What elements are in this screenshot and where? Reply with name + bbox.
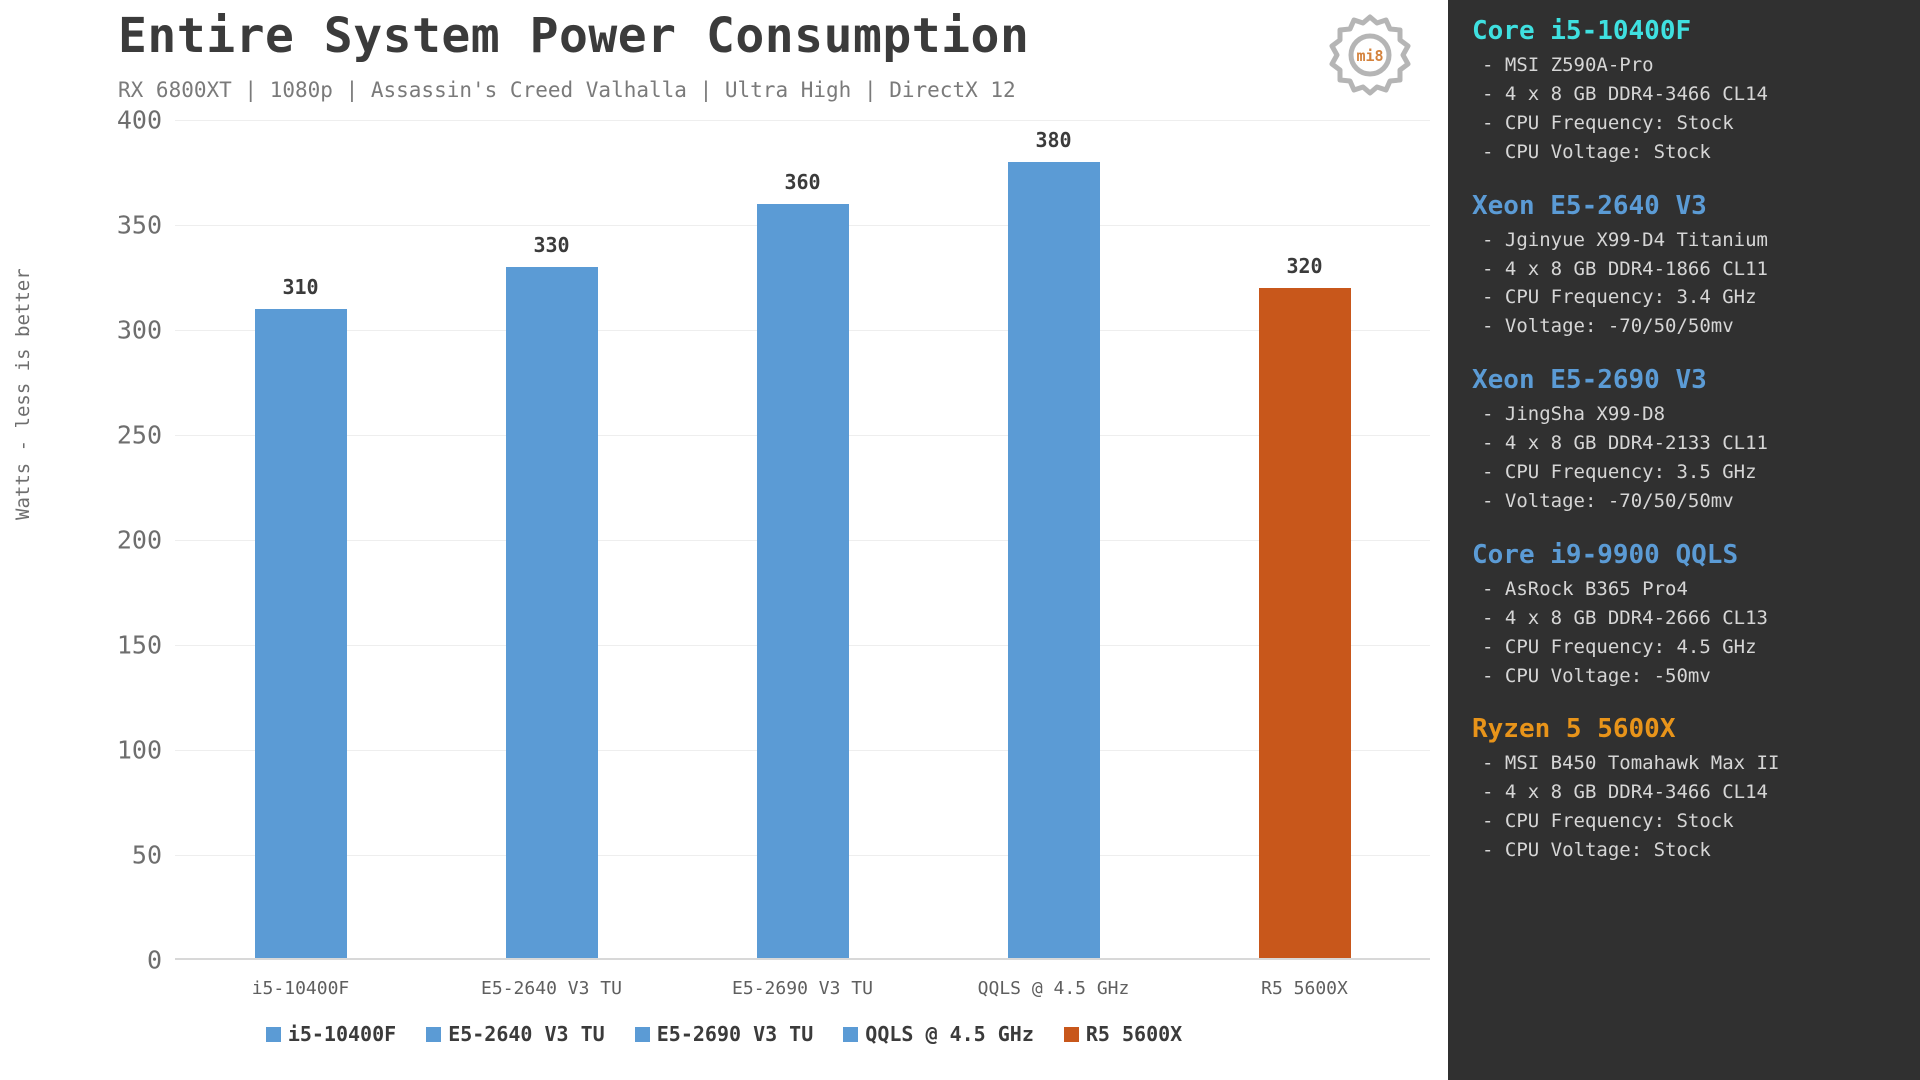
bar-value-label: 360 — [784, 170, 821, 194]
legend-item[interactable]: QQLS @ 4.5 GHz — [843, 1022, 1034, 1046]
x-axis-tick: E5-2690 V3 TU — [732, 978, 873, 999]
spec-line: - CPU Frequency: 3.5 GHz — [1482, 461, 1757, 484]
x-axis-tick: R5 5600X — [1261, 978, 1348, 999]
spec-line: - CPU Voltage: Stock — [1482, 839, 1711, 862]
bar-group: 330 E5-2640 V3 TU — [426, 120, 677, 999]
spec-block-title: Core i5-10400F — [1472, 16, 1692, 46]
legend-swatch — [1063, 1026, 1079, 1042]
spec-line: - MSI Z590A-Pro — [1482, 54, 1654, 77]
bar-value-label: 310 — [282, 275, 319, 299]
legend-item[interactable]: E5-2640 V3 TU — [426, 1022, 605, 1046]
spec-block: Xeon E5-2640 V3 - Jginyue X99-D4 Titanium… — [1472, 189, 1920, 342]
spec-block-title: Core i9-9900 QQLS — [1472, 539, 1739, 570]
legend-item[interactable]: E5-2690 V3 TU — [634, 1022, 814, 1046]
spec-block: Core i5-10400F - MSI Z590A-Pro - 4 x 8 GB … — [1472, 14, 1920, 167]
legend-swatch — [265, 1026, 281, 1042]
legend-label: E5-2640 V3 TU — [448, 1022, 605, 1046]
legend-swatch — [634, 1026, 650, 1042]
spec-line: - 4 x 8 GB DDR4-3466 CL14 — [1482, 781, 1768, 804]
spec-line: - JingSha X99-D8 — [1482, 403, 1666, 426]
legend-item[interactable]: R5 5600X — [1063, 1022, 1183, 1046]
y-axis-tick: 350 — [116, 210, 162, 240]
spec-block: Core i9-9900 QQLS - AsRock B365 Pro4 - 4 x… — [1472, 538, 1920, 691]
legend-label: E5-2690 V3 TU — [656, 1022, 814, 1046]
x-axis-tick: i5-10400F — [251, 978, 350, 999]
spec-line: - CPU Voltage: Stock — [1482, 140, 1711, 163]
plot-area: 400 350 300 250 200 150 100 50 0 310 i5-10400F 330… — [117, 106, 1430, 999]
spec-line: - CPU Frequency: 4.5 GHz — [1482, 635, 1757, 658]
bars-layer: 310 i5-10400F 330 E5-2640 V3 TU 360 E5-2690 V… — [175, 120, 1430, 999]
x-axis-tick: QQLS @ 4.5 GHz — [977, 978, 1130, 999]
spec-line: - CPU Frequency: Stock — [1482, 810, 1734, 833]
bar-value-label: 330 — [533, 233, 570, 257]
gear-icon: mi8 — [1320, 10, 1420, 100]
page-root: Entire System Power Consumption RX 6800X… — [0, 0, 1920, 1080]
legend-label: i5-10400F — [287, 1022, 397, 1046]
spec-line: - CPU Frequency: 3.4 GHz — [1482, 286, 1757, 309]
y-axis-tick: 50 — [131, 840, 162, 870]
bar-value-label: 320 — [1286, 254, 1323, 278]
bar[interactable] — [1007, 162, 1100, 960]
bar[interactable] — [1258, 288, 1351, 960]
spec-line: - Voltage: -70/50/50mv — [1482, 315, 1734, 338]
spec-line: - 4 x 8 GB DDR4-2666 CL13 — [1482, 606, 1768, 629]
spec-line: - 4 x 8 GB DDR4-1866 CL11 — [1482, 257, 1768, 280]
y-axis-tick: 100 — [116, 735, 162, 765]
legend-swatch — [843, 1026, 859, 1042]
spec-line: - MSI B450 Tomahawk Max II — [1482, 752, 1780, 775]
spec-line: - CPU Voltage: -50mv — [1482, 664, 1711, 687]
bar-group: 310 i5-10400F — [175, 120, 426, 999]
y-axis-tick: 250 — [116, 420, 162, 450]
spec-line: - Jginyue X99-D4 Titanium — [1482, 228, 1768, 251]
chart-legend: i5-10400F E5-2640 V3 TU E5-2690 V3 TU QQLS … — [0, 1022, 1448, 1046]
spec-line: - 4 x 8 GB DDR4-2133 CL11 — [1482, 432, 1768, 455]
y-axis-tick: 200 — [116, 525, 162, 555]
chart-pane: Entire System Power Consumption RX 6800X… — [0, 0, 1448, 1080]
bar-group: 320 R5 5600X — [1179, 120, 1430, 999]
spec-block: Xeon E5-2690 V3 - JingSha X99-D8 - 4 x 8 G… — [1472, 363, 1920, 516]
page-title: Entire System Power Consumption — [118, 8, 1030, 64]
bar[interactable] — [505, 267, 598, 960]
y-axis-tick: 0 — [146, 945, 162, 975]
y-axis-tick: 150 — [116, 630, 162, 660]
bar-group: 380 QQLS @ 4.5 GHz — [928, 120, 1179, 999]
logo-text: mi8 — [1356, 47, 1384, 65]
spec-line: - AsRock B365 Pro4 — [1482, 577, 1688, 600]
spec-block-title: Xeon E5-2640 V3 — [1472, 190, 1707, 221]
y-axis-tick: 300 — [116, 315, 162, 345]
spec-block-title: Ryzen 5 5600X — [1472, 714, 1676, 745]
legend-swatch — [426, 1026, 442, 1042]
y-axis-label: Watts - less is better — [12, 268, 34, 520]
specs-sidebar: Core i5-10400F - MSI Z590A-Pro - 4 x 8 GB … — [1448, 0, 1920, 1080]
chart-header: Entire System Power Consumption RX 6800X… — [0, 0, 1448, 112]
spec-line: - Voltage: -70/50/50mv — [1482, 489, 1734, 512]
chart-subtitle: RX 6800XT | 1080p | Assassin's Creed Val… — [118, 78, 1016, 102]
legend-item[interactable]: i5-10400F — [265, 1022, 397, 1046]
bar[interactable] — [254, 309, 347, 960]
spec-block: Ryzen 5 5600X - MSI B450 Tomahawk Max II -… — [1472, 712, 1920, 865]
spec-line: - 4 x 8 GB DDR4-3466 CL14 — [1482, 82, 1768, 105]
x-axis-line — [175, 958, 1430, 960]
legend-label: QQLS @ 4.5 GHz — [865, 1022, 1034, 1046]
bar[interactable] — [756, 204, 849, 960]
spec-line: - CPU Frequency: Stock — [1482, 111, 1734, 134]
bar-group: 360 E5-2690 V3 TU — [677, 120, 928, 999]
legend-label: R5 5600X — [1085, 1022, 1183, 1046]
y-axis-tick: 400 — [116, 105, 162, 135]
bar-value-label: 380 — [1035, 128, 1072, 152]
x-axis-tick: E5-2640 V3 TU — [481, 978, 622, 999]
spec-block-title: Xeon E5-2690 V3 — [1472, 365, 1707, 396]
